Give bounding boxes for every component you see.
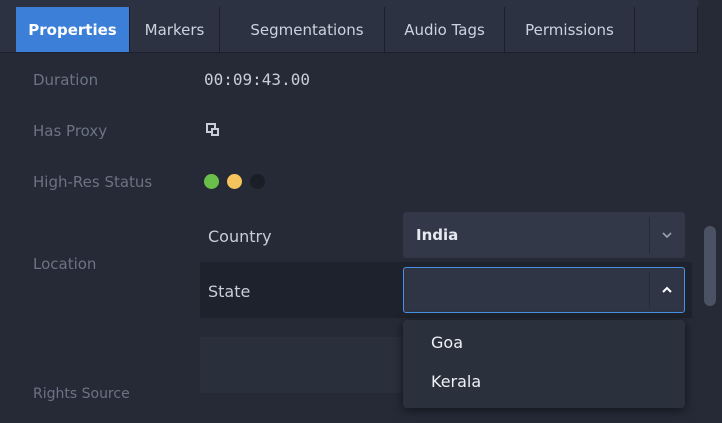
tab-permissions[interactable]: Permissions: [505, 7, 635, 52]
high-res-status-label: High-Res Status: [33, 173, 153, 191]
state-dropdown-menu: Goa Kerala: [403, 320, 685, 408]
duration-label: Duration: [33, 71, 99, 89]
country-select-value: India: [416, 226, 459, 244]
chevron-up-icon: [662, 286, 672, 293]
has-proxy-label: Has Proxy: [33, 122, 108, 140]
country-select[interactable]: India: [403, 212, 685, 258]
select-divider: [649, 217, 650, 253]
tab-audio-tags[interactable]: Audio Tags: [385, 7, 505, 52]
select-divider: [649, 272, 650, 308]
tab-properties[interactable]: Properties: [16, 7, 130, 52]
country-label: Country: [208, 227, 272, 246]
tab-spacer: [635, 7, 698, 52]
state-select[interactable]: [403, 267, 685, 313]
state-option-kerala[interactable]: Kerala: [431, 372, 481, 391]
location-empty-row: [200, 337, 410, 393]
scrollbar-thumb[interactable]: [704, 226, 716, 306]
status-dot-green: [204, 174, 219, 189]
state-option-goa[interactable]: Goa: [431, 333, 463, 352]
tab-markers[interactable]: Markers: [130, 7, 220, 52]
rights-source-label: Rights Source: [33, 386, 130, 402]
chevron-down-icon: [662, 232, 672, 239]
state-label: State: [208, 282, 251, 301]
proxy-icon: [206, 123, 219, 136]
status-dot-yellow: [227, 174, 242, 189]
location-label: Location: [33, 255, 97, 273]
duration-value: 00:09:43.00: [204, 70, 310, 89]
tab-bar: Properties Markers Segmentations Audio T…: [0, 0, 698, 53]
status-dot-dark: [250, 174, 265, 189]
tab-segmentations[interactable]: Segmentations: [230, 7, 385, 52]
